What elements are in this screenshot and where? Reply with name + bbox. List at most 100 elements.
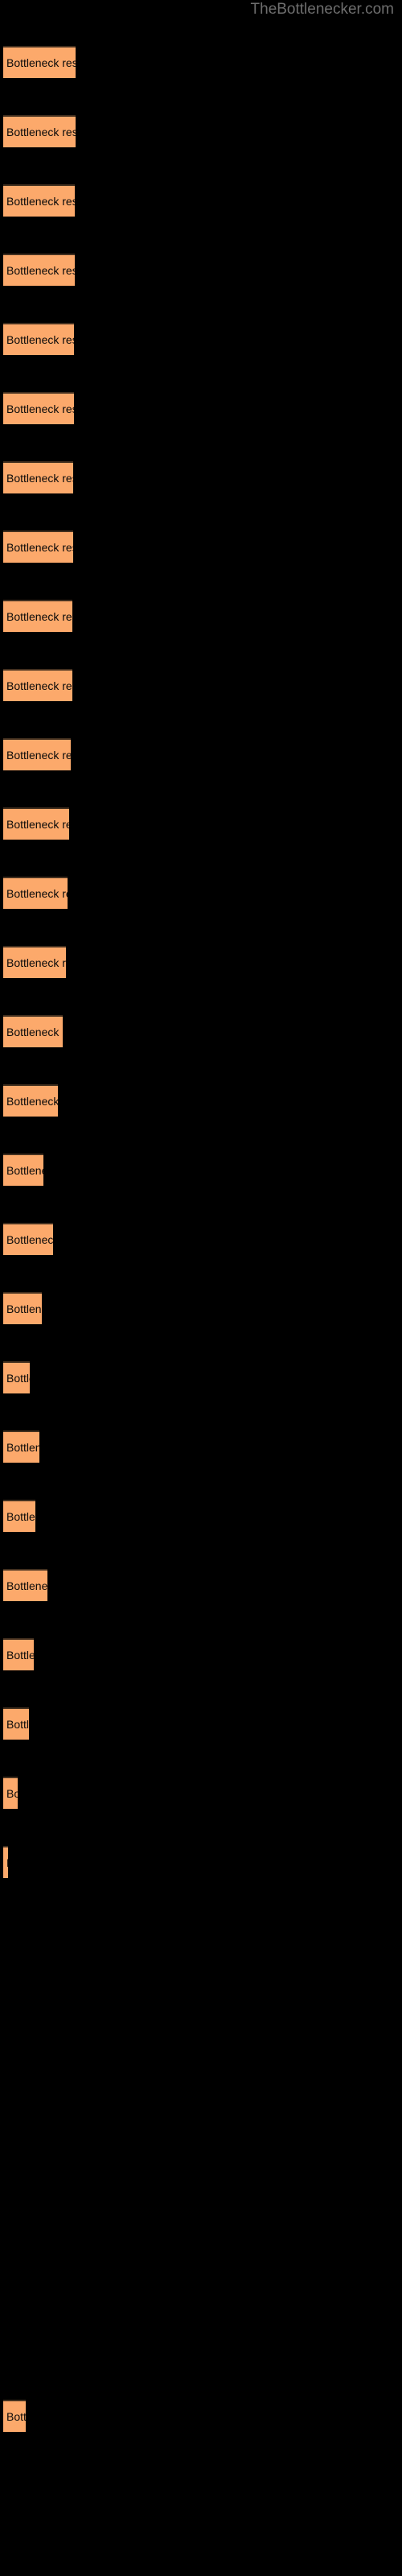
- bar-item[interactable]: Bottleneck result: [3, 600, 72, 632]
- bar-item[interactable]: Bottleneck result: [3, 1777, 18, 1809]
- bar-clip: Bottleneck result: [3, 1638, 34, 1670]
- bar-label: Bottleneck result: [6, 1302, 42, 1315]
- bar-rect[interactable]: Bottleneck result: [3, 1430, 39, 1463]
- bar-label: Bottleneck result: [6, 2410, 26, 2423]
- bar-rect[interactable]: Bottleneck result: [3, 1084, 58, 1117]
- bar-clip: Bottleneck result: [3, 115, 76, 147]
- bar-clip: Bottleneck result: [3, 807, 69, 840]
- bar-rect[interactable]: Bottleneck result: [3, 807, 69, 840]
- bar-item[interactable]: Bottleneck result: [3, 1361, 30, 1393]
- bar-clip: Bottleneck result: [3, 1084, 58, 1117]
- bar-item[interactable]: Bottleneck result: [3, 1430, 39, 1463]
- bar-label: Bottleneck result: [6, 1649, 34, 1662]
- bar-item[interactable]: Bottleneck result: [3, 1084, 58, 1117]
- bar-item[interactable]: Bottleneck result: [3, 669, 72, 701]
- bar-label: Bottleneck result: [6, 679, 72, 692]
- bar-rect[interactable]: Bottleneck result: [3, 1500, 35, 1532]
- bar-clip: Bottleneck result: [3, 1361, 30, 1393]
- bar-label: Bottleneck result: [6, 56, 76, 69]
- bar-item[interactable]: Bottleneck result: [3, 530, 73, 563]
- bar-rect[interactable]: Bottleneck result: [3, 1707, 29, 1740]
- bar-item[interactable]: Bottleneck result: [3, 2400, 26, 2432]
- bar-label: Bottleneck result: [6, 402, 74, 415]
- bar-rect[interactable]: Bottleneck result: [3, 254, 75, 286]
- bar-item[interactable]: Bottleneck result: [3, 115, 76, 147]
- bar-rect[interactable]: Bottleneck result: [3, 877, 68, 909]
- bar-clip: Bottleneck result: [3, 877, 68, 909]
- bar-label: Bottleneck result: [6, 1164, 43, 1177]
- bar-rect[interactable]: Bottleneck result: [3, 1569, 47, 1601]
- bar-clip: Bottleneck result: [3, 1223, 53, 1255]
- bar-rect[interactable]: Bottleneck result: [3, 1846, 8, 1878]
- bar-item[interactable]: Bottleneck result: [3, 46, 76, 78]
- bar-label: Bottleneck result: [6, 1718, 29, 1731]
- bar-label: Bottleneck result: [6, 1372, 30, 1385]
- bar-clip: Bottleneck result: [3, 254, 75, 286]
- bar-clip: Bottleneck result: [3, 1015, 63, 1047]
- bar-item[interactable]: Bottleneck result: [3, 392, 74, 424]
- bar-item[interactable]: Bottleneck result: [3, 461, 73, 493]
- bar-clip: Bottleneck result: [3, 392, 74, 424]
- bar-item[interactable]: Bottleneck result: [3, 946, 66, 978]
- bar-rect[interactable]: Bottleneck result: [3, 669, 72, 701]
- bar-item[interactable]: Bottleneck result: [3, 184, 75, 217]
- bar-rect[interactable]: Bottleneck result: [3, 1361, 30, 1393]
- bar-item[interactable]: Bottleneck result: [3, 254, 75, 286]
- bar-clip: Bottleneck result: [3, 1500, 35, 1532]
- bar-rect[interactable]: Bottleneck result: [3, 1292, 42, 1324]
- bar-item[interactable]: Bottleneck result: [3, 1292, 42, 1324]
- bar-label: Bottleneck result: [6, 1026, 63, 1038]
- bar-label: Bottleneck result: [6, 472, 73, 485]
- bar-rect[interactable]: Bottleneck result: [3, 392, 74, 424]
- bar-item[interactable]: Bottleneck result: [3, 877, 68, 909]
- bar-rect[interactable]: Bottleneck result: [3, 323, 74, 355]
- bar-clip: Bottleneck result: [3, 184, 75, 217]
- bar-label: Bottleneck result: [6, 541, 73, 554]
- bar-clip: Bottleneck result: [3, 530, 73, 563]
- bar-item[interactable]: Bottleneck result: [3, 1223, 53, 1255]
- bar-item[interactable]: Bottleneck result: [3, 1154, 43, 1186]
- bar-item[interactable]: Bottleneck result: [3, 323, 74, 355]
- bar-label: Bottleneck result: [6, 1510, 35, 1523]
- bar-rect[interactable]: Bottleneck result: [3, 1638, 34, 1670]
- bar-clip: Bottleneck result: [3, 1569, 47, 1601]
- bar-rect[interactable]: Bottleneck result: [3, 738, 71, 770]
- bar-clip: Bottleneck result: [3, 600, 72, 632]
- bar-rect[interactable]: Bottleneck result: [3, 1154, 43, 1186]
- bar-label: Bottleneck result: [6, 126, 76, 138]
- bar-label: Bottleneck result: [6, 956, 66, 969]
- bar-rect[interactable]: Bottleneck result: [3, 46, 76, 78]
- bar-label: Bottleneck result: [6, 264, 75, 277]
- bar-label: Bottleneck result: [6, 1233, 53, 1246]
- bar-label: Bottleneck result: [6, 195, 75, 208]
- bar-label: Bottleneck result: [6, 1441, 39, 1454]
- bar-rect[interactable]: Bottleneck result: [3, 1223, 53, 1255]
- bar-rect[interactable]: Bottleneck result: [3, 530, 73, 563]
- bar-rect[interactable]: Bottleneck result: [3, 184, 75, 217]
- bar-clip: Bottleneck result: [3, 1707, 29, 1740]
- bar-label: Bottleneck result: [6, 818, 69, 831]
- bar-item[interactable]: Bottleneck result: [3, 738, 71, 770]
- bar-rect[interactable]: Bottleneck result: [3, 461, 73, 493]
- bar-rect[interactable]: Bottleneck result: [3, 115, 76, 147]
- bars-layer: Bottleneck result Bottleneck result Bottle…: [0, 0, 402, 2576]
- bar-clip: Bottleneck result: [3, 669, 72, 701]
- bar-item[interactable]: Bottleneck result: [3, 1569, 47, 1601]
- bar-clip: Bottleneck result: [3, 1777, 18, 1809]
- bar-item[interactable]: Bottleneck result: [3, 1846, 8, 1878]
- bar-item[interactable]: Bottleneck result: [3, 807, 69, 840]
- bar-rect[interactable]: Bottleneck result: [3, 1015, 63, 1047]
- bar-label: Bottleneck result: [6, 887, 68, 900]
- bar-rect[interactable]: Bottleneck result: [3, 600, 72, 632]
- bar-chart-canvas: TheBottlenecker.com Bottleneck resultBot…: [0, 0, 402, 2576]
- bar-item[interactable]: Bottleneck result: [3, 1500, 35, 1532]
- bar-item[interactable]: Bottleneck result: [3, 1015, 63, 1047]
- bar-clip: Bottleneck result: [3, 738, 71, 770]
- bar-rect[interactable]: Bottleneck result: [3, 946, 66, 978]
- bar-rect[interactable]: Bottleneck result: [3, 2400, 26, 2432]
- bar-label: Bottleneck result: [6, 1095, 58, 1108]
- bar-clip: Bottleneck result: [3, 46, 76, 78]
- bar-item[interactable]: Bottleneck result: [3, 1638, 34, 1670]
- bar-rect[interactable]: Bottleneck result: [3, 1777, 18, 1809]
- bar-item[interactable]: Bottleneck result: [3, 1707, 29, 1740]
